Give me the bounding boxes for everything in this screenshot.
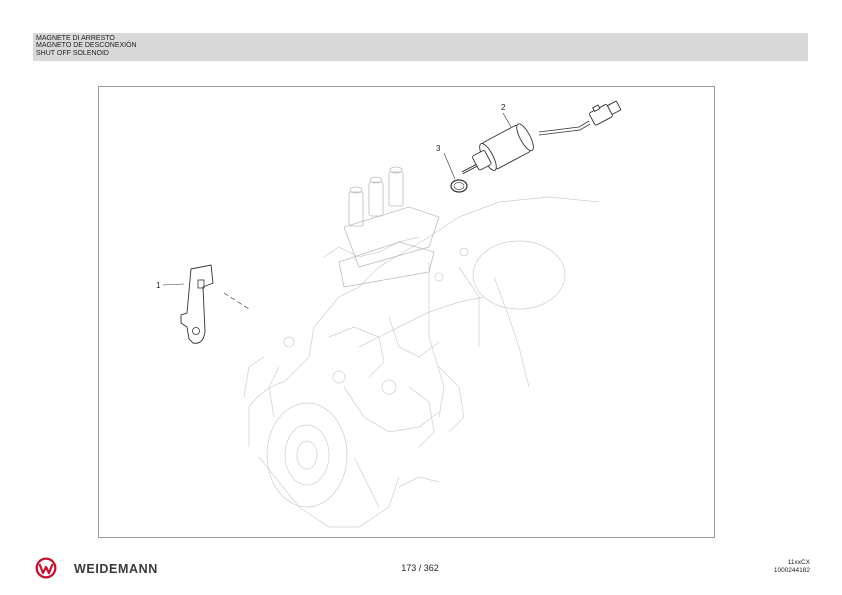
part-1-shutoff-lever <box>180 264 250 344</box>
document-code: 11xxCX 1000244182 <box>774 559 810 574</box>
header-band: MAGNETE DI ARRESTO MAGNETO DE DESCONEXIÓ… <box>33 33 808 61</box>
model-code: 11xxCX <box>787 559 810 566</box>
callout-1: 1 <box>156 281 161 290</box>
exploded-view-figure: 1 2 3 <box>98 86 715 538</box>
doc-number: 1000244182 <box>773 566 810 574</box>
page-header-titles: MAGNETE DI ARRESTO MAGNETO DE DESCONEXIÓ… <box>36 35 137 57</box>
callout-leaders <box>162 112 512 286</box>
part-3-o-ring <box>450 179 468 193</box>
exploded-view-drawing: 1 2 3 <box>156 100 622 528</box>
page-number: 173 / 362 <box>401 563 439 573</box>
callout-3: 3 <box>436 144 441 153</box>
brand-name: WEIDEMANN <box>74 562 158 576</box>
page-footer: WEIDEMANN 173 / 362 11xxCX 1000244182 <box>0 550 842 590</box>
weidemann-w-logo-icon <box>35 557 57 579</box>
connector-plug <box>589 100 622 126</box>
injector-cluster-drawing <box>338 166 440 288</box>
part-2-solenoid-body <box>461 100 622 175</box>
header-title-es: MAGNETO DE DESCONEXIÓN <box>36 42 137 50</box>
header-title-en: SHUT OFF SOLENOID <box>36 49 109 57</box>
engine-block-drawing <box>243 196 600 528</box>
callout-2: 2 <box>501 103 506 112</box>
